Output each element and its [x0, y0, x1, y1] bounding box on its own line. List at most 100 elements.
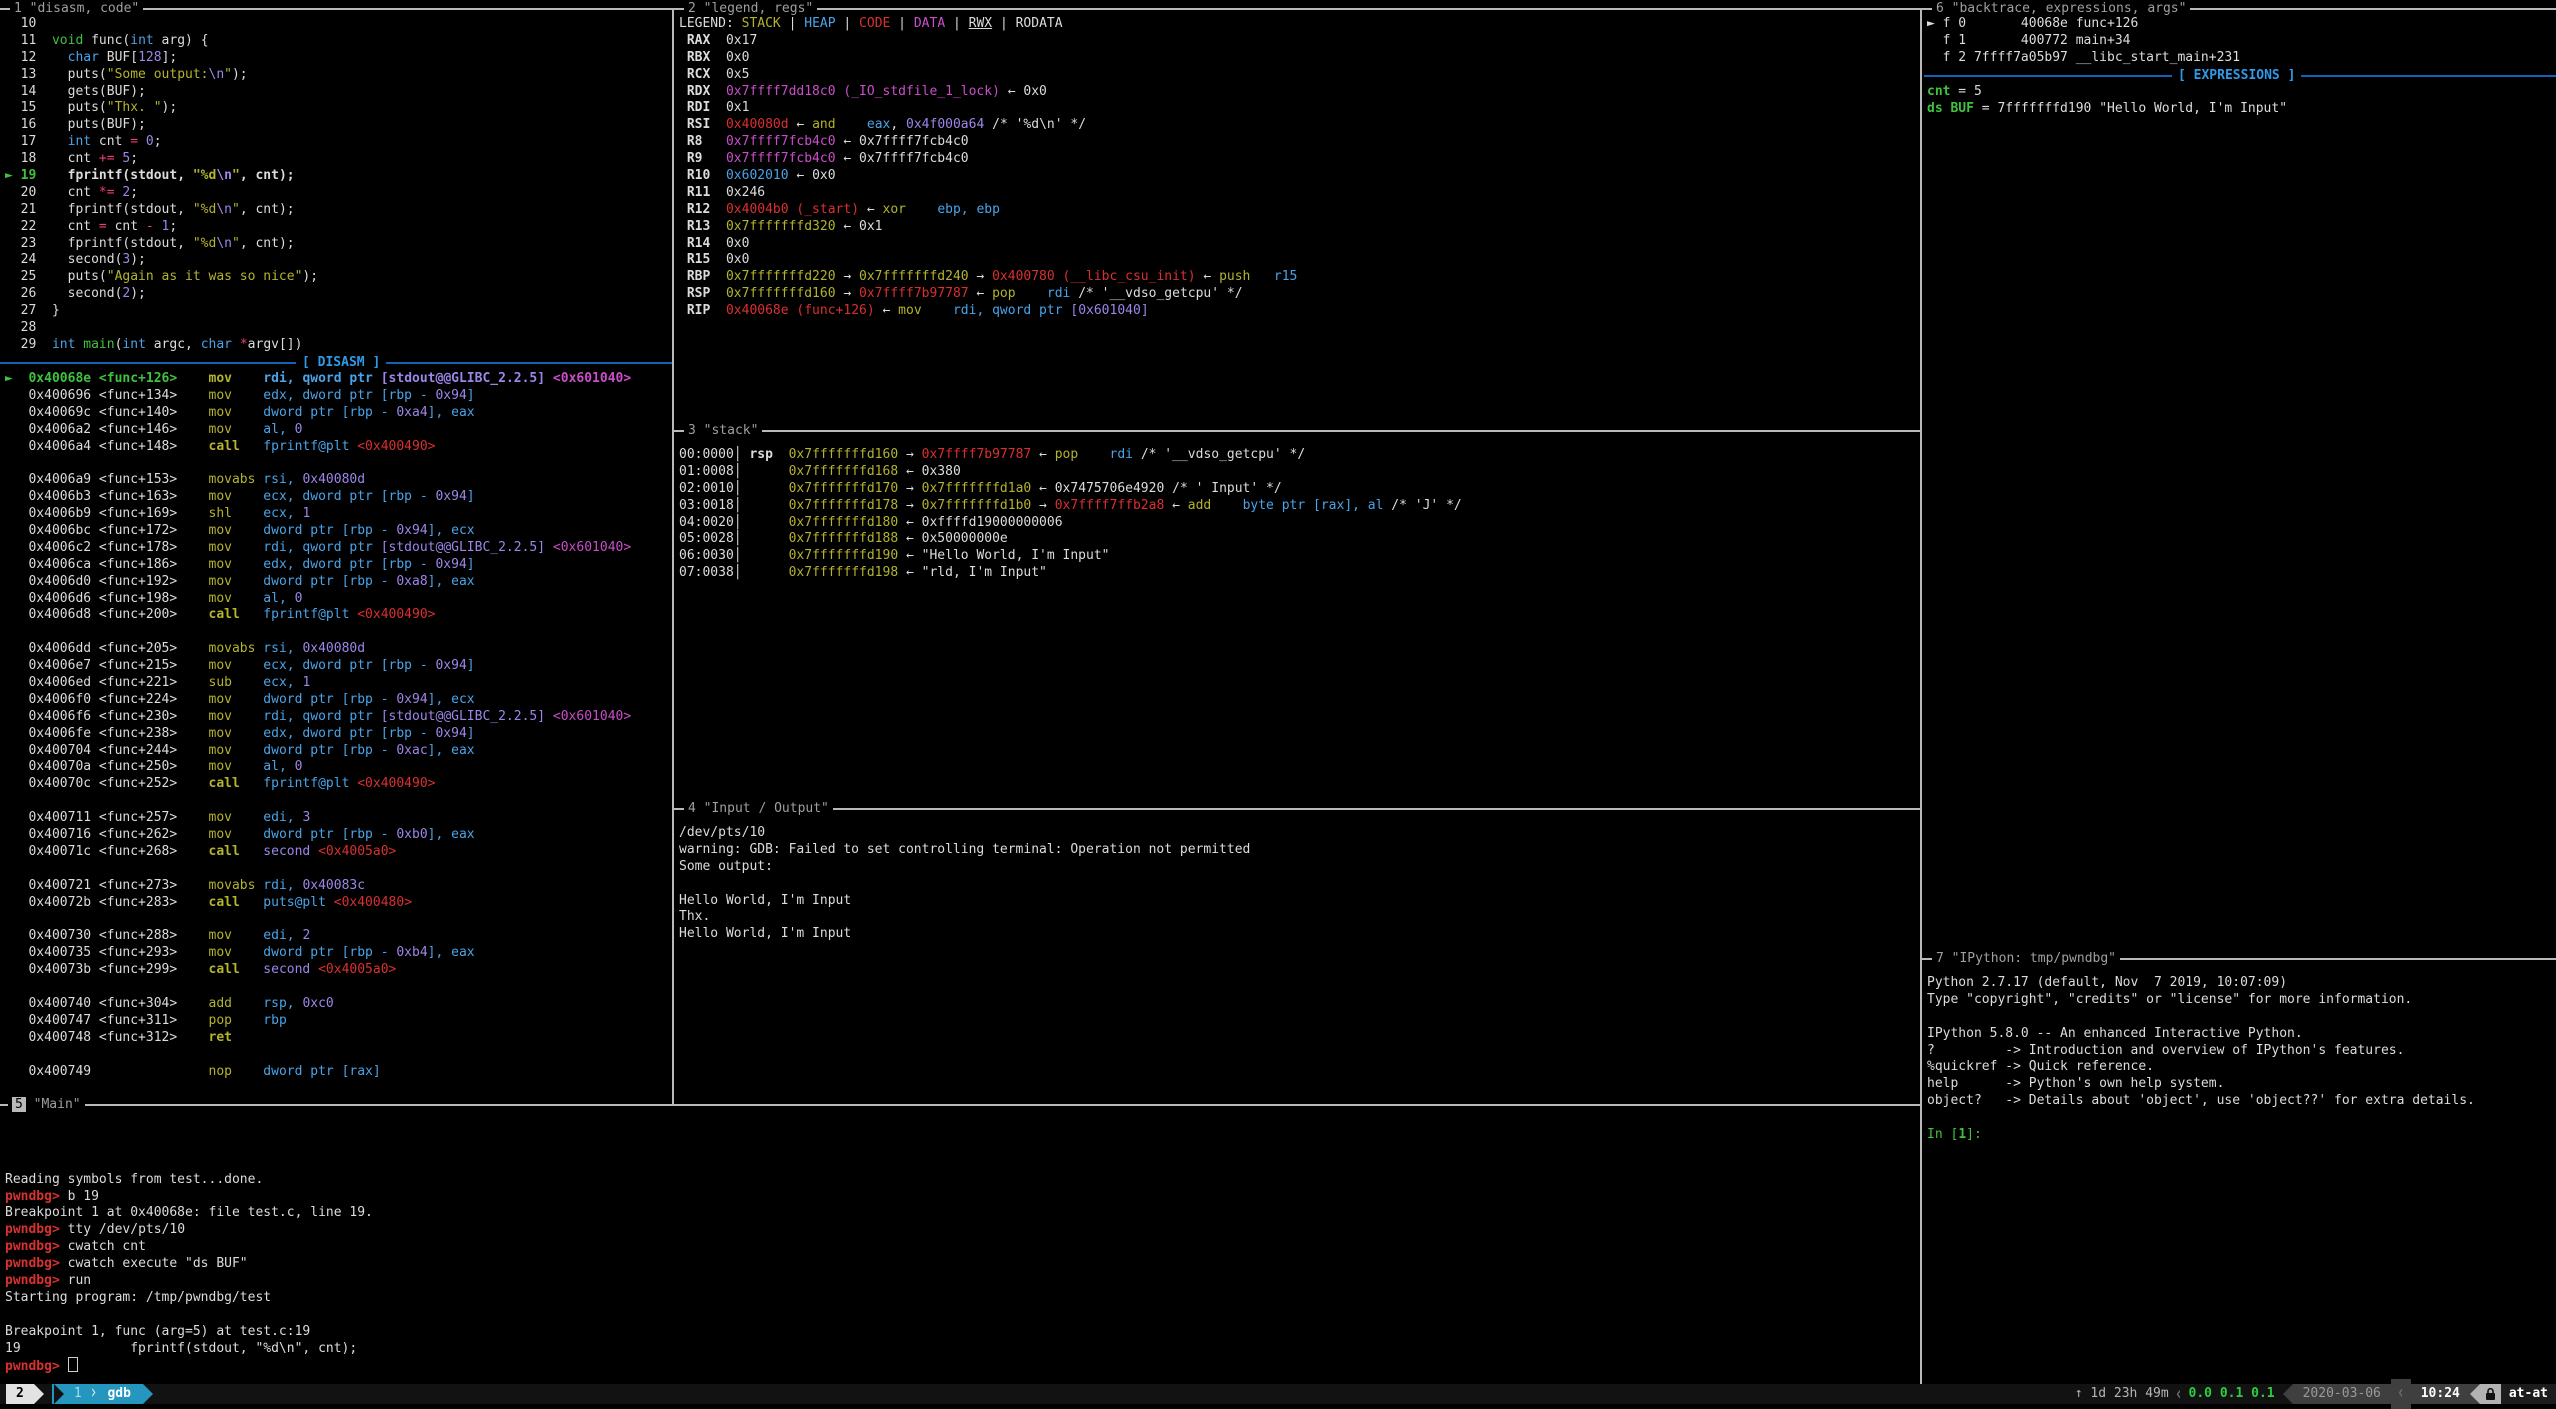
- terminal-line: pwndbg> cwatch cnt: [5, 1239, 373, 1256]
- terminal-line: IPython 5.8.0 -- An enhanced Interactive…: [1927, 1026, 2475, 1043]
- terminal-line: 0x400711 <func+257> mov edi, 3: [5, 810, 631, 827]
- terminal-line: 0x400748 <func+312> ret: [5, 1030, 631, 1047]
- terminal-line: R13 0x7fffffffd320 ← 0x1: [679, 219, 1297, 236]
- terminal-line: 0x4006ca <func+186> mov edx, dword ptr […: [5, 557, 631, 574]
- lock-icon: [2485, 1388, 2496, 1401]
- terminal-line: 28: [5, 320, 318, 337]
- terminal-line: 0x40069c <func+140> mov dword ptr [rbp -…: [5, 405, 631, 422]
- terminal-line: 0x400730 <func+288> mov edi, 2: [5, 928, 631, 945]
- pane-backtrace[interactable]: ► f 0 40068e func+126 f 1 400772 main+34…: [1924, 0, 2556, 958]
- terminal-line: f 1 400772 main+34: [1927, 33, 2240, 50]
- pane-io[interactable]: /dev/pts/10warning: GDB: Failed to set c…: [676, 810, 1920, 1104]
- terminal-line: [1927, 1009, 2475, 1026]
- terminal-line: ? -> Introduction and overview of IPytho…: [1927, 1043, 2475, 1060]
- terminal-line: 0x40071c <func+268> call second <0x4005a…: [5, 844, 631, 861]
- terminal-line: [1927, 1110, 2475, 1127]
- terminal-line: 0x4006b3 <func+163> mov ecx, dword ptr […: [5, 489, 631, 506]
- terminal-line: RIP 0x40068e (func+126) ← mov rdi, qword…: [679, 303, 1297, 320]
- status-time: 10:24: [2411, 1384, 2470, 1404]
- pane-stack[interactable]: 00:0000│ rsp 0x7fffffffd160 → 0x7ffff7b9…: [676, 432, 1920, 808]
- terminal-line: 0x400735 <func+293> mov dword ptr [rbp -…: [5, 945, 631, 962]
- tmux-status-bar: 2 1 › gdb ↑ 1d 23h 49m ‹ 0.0 0.1 0.1 202…: [0, 1384, 2556, 1404]
- terminal-line: ds BUF = 7fffffffd190 "Hello World, I'm …: [1927, 101, 2287, 118]
- terminal-line: help -> Python's own help system.: [1927, 1076, 2475, 1093]
- terminal-line: 0x40073b <func+299> call second <0x4005a…: [5, 962, 631, 979]
- terminal-line: 07:0038│ 0x7fffffffd198 ← "rld, I'm Inpu…: [679, 565, 1462, 582]
- terminal-line: 0x400716 <func+262> mov dword ptr [rbp -…: [5, 827, 631, 844]
- divider-left-middle: [672, 8, 674, 1104]
- pane-legend-regs[interactable]: LEGEND: STACK | HEAP | CODE | DATA | RWX…: [676, 0, 1920, 430]
- terminal-line: Some output:: [679, 859, 1250, 876]
- terminal-line: 22 cnt = cnt - 1;: [5, 219, 318, 236]
- terminal-line: ► 0x40068e <func+126> mov rdi, qword ptr…: [5, 371, 631, 388]
- terminal-line: 27 }: [5, 303, 318, 320]
- terminal-line: 04:0020│ 0x7fffffffd180 ← 0xffffd1900000…: [679, 515, 1462, 532]
- terminal-line: RBP 0x7fffffffd220 → 0x7fffffffd240 → 0x…: [679, 269, 1297, 286]
- pane-ipython[interactable]: Python 2.7.17 (default, Nov 7 2019, 10:0…: [1924, 960, 2556, 1384]
- window-tab-gdb[interactable]: 1 › gdb: [52, 1384, 143, 1404]
- terminal-line: pwndbg> run: [5, 1273, 373, 1290]
- expressions-divider-label: [ EXPRESSIONS ]: [2172, 67, 2301, 84]
- terminal-line: Reading symbols from test...done.: [5, 1172, 373, 1189]
- terminal-line: Python 2.7.17 (default, Nov 7 2019, 10:0…: [1927, 975, 2475, 992]
- terminal-line: pwndbg> tty /dev/pts/10: [5, 1222, 373, 1239]
- terminal-line: 21 fprintf(stdout, "%d\n", cnt);: [5, 202, 318, 219]
- pane-main-gdb[interactable]: Reading symbols from test...done.pwndbg>…: [0, 1106, 1920, 1384]
- terminal-line: Hello World, I'm Input: [679, 893, 1250, 910]
- terminal-line: pwndbg> b 19: [5, 1189, 373, 1206]
- terminal-line: 24 second(3);: [5, 252, 318, 269]
- terminal-line: warning: GDB: Failed to set controlling …: [679, 842, 1250, 859]
- terminal-line: 0x40072b <func+283> call puts@plt <0x400…: [5, 895, 631, 912]
- terminal-line: 23 fprintf(stdout, "%d\n", cnt);: [5, 236, 318, 253]
- terminal-line: 02:0010│ 0x7fffffffd170 → 0x7fffffffd1a0…: [679, 481, 1462, 498]
- terminal-line: 16 puts(BUF);: [5, 117, 318, 134]
- status-date: 2020-03-06: [2293, 1384, 2391, 1404]
- terminal-line: ► f 0 40068e func+126: [1927, 16, 2240, 33]
- terminal-line: 10: [5, 16, 318, 33]
- chevron-separator-icon: ‹: [2169, 1383, 2189, 1406]
- terminal-line: [5, 1121, 373, 1138]
- terminal-line: R12 0x4004b0 (_start) ← xor ebp, ebp: [679, 202, 1297, 219]
- terminal-line: 0x4006b9 <func+169> shl ecx, 1: [5, 506, 631, 523]
- terminal-line: [5, 1307, 373, 1324]
- terminal-line: 19 fprintf(stdout, "%d\n", cnt);: [5, 1341, 373, 1358]
- terminal-line: pwndbg> cwatch execute "ds BUF": [5, 1256, 373, 1273]
- terminal-line: RSI 0x40080d ← and eax, 0x4f000a64 /* '%…: [679, 117, 1297, 134]
- load-average: 0.0 0.1 0.1: [2189, 1384, 2275, 1404]
- source-code: 10 11 void func(int arg) { 12 char BUF[1…: [5, 16, 318, 354]
- terminal-line: 20 cnt *= 2;: [5, 185, 318, 202]
- terminal-line: 00:0000│ rsp 0x7fffffffd160 → 0x7ffff7b9…: [679, 447, 1462, 464]
- lock-badge: [2480, 1384, 2501, 1404]
- terminal-line: 05:0028│ 0x7fffffffd188 ← 0x50000000e: [679, 531, 1462, 548]
- terminal-line: 29 int main(int argc, char *argv[]): [5, 337, 318, 354]
- terminal-line: [5, 624, 631, 641]
- terminal-line: 0x4006fe <func+238> mov edx, dword ptr […: [5, 726, 631, 743]
- terminal-line: 0x400740 <func+304> add rsp, 0xc0: [5, 996, 631, 1013]
- terminal-line: 0x400721 <func+273> movabs rdi, 0x40083c: [5, 878, 631, 895]
- powerline-notch: [54, 1384, 64, 1404]
- terminal-line: Breakpoint 1, func (arg=5) at test.c:19: [5, 1324, 373, 1341]
- terminal-line: R14 0x0: [679, 236, 1297, 253]
- pane-disasm-code[interactable]: 10 11 void func(int arg) { 12 char BUF[1…: [0, 0, 672, 1104]
- terminal-line: 0x400696 <func+134> mov edx, dword ptr […: [5, 388, 631, 405]
- terminal-line: 0x4006ed <func+221> sub ecx, 1: [5, 675, 631, 692]
- disassembly: ► 0x40068e <func+126> mov rdi, qword ptr…: [5, 371, 631, 1080]
- terminal-line: [679, 876, 1250, 893]
- powerline-arrow: [143, 1384, 153, 1404]
- terminal-line: 12 char BUF[128];: [5, 50, 318, 67]
- terminal-line: %quickref -> Quick reference.: [1927, 1059, 2475, 1076]
- ipython-banner: Python 2.7.17 (default, Nov 7 2019, 10:0…: [1927, 975, 2475, 1144]
- terminal-line: LEGEND: STACK | HEAP | CODE | DATA | RWX…: [679, 16, 1297, 33]
- terminal-line: pwndbg>: [5, 1357, 373, 1374]
- terminal-line: R10 0x602010 ← 0x0: [679, 168, 1297, 185]
- session-badge[interactable]: 2: [6, 1384, 34, 1404]
- terminal-line: 14 gets(BUF);: [5, 84, 318, 101]
- chevron-separator-icon: ‹: [2391, 1379, 2411, 1409]
- terminal-line: RSP 0x7fffffffd160 → 0x7ffff7b97787 ← po…: [679, 286, 1297, 303]
- terminal-line: 15 puts("Thx. ");: [5, 100, 318, 117]
- terminal-line: 0x4006f0 <func+224> mov dword ptr [rbp -…: [5, 692, 631, 709]
- terminal-line: RCX 0x5: [679, 67, 1297, 84]
- terminal-line: 01:0008│ 0x7fffffffd168 ← 0x380: [679, 464, 1462, 481]
- terminal-line: 18 cnt += 5;: [5, 151, 318, 168]
- terminal-line: Thx.: [679, 909, 1250, 926]
